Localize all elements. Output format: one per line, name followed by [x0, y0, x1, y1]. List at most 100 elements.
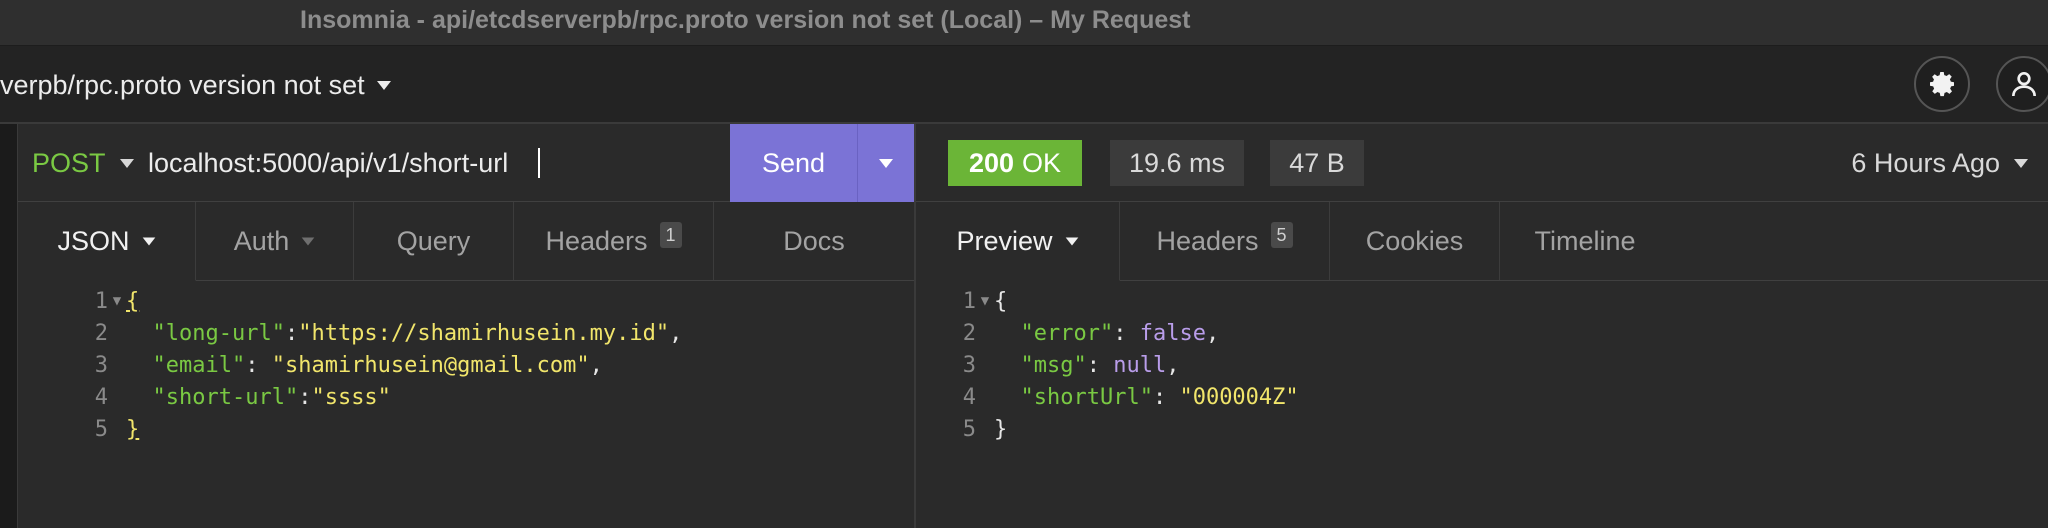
chevron-down-icon: [879, 158, 893, 168]
project-label: verpb/rpc.proto version not set: [0, 69, 365, 100]
json-value: "https://shamirhusein.my.id": [298, 320, 670, 346]
line-number: 3: [94, 352, 108, 378]
code-line: 5 }: [18, 413, 914, 445]
code-line: 5 }: [916, 413, 2048, 445]
json-value: "ssss": [311, 384, 391, 410]
response-time-badge: 19.6 ms: [1110, 140, 1244, 186]
request-body-editor[interactable]: 1 ▼ { 2 "long-url":"https://shamirhusein…: [18, 281, 914, 528]
sidebar-edge: [0, 124, 18, 528]
response-size-badge: 47 B: [1270, 140, 1364, 186]
response-body-viewer[interactable]: 1 ▼ { 2 "error": false, 3 "msg": null, 4…: [916, 281, 2048, 528]
headers-count-badge: 5: [1270, 222, 1293, 248]
chevron-down-icon: [119, 158, 134, 168]
line-number: 5: [962, 416, 976, 442]
method-label: POST: [32, 147, 106, 178]
tab-label: Docs: [783, 225, 845, 256]
tab-label: Query: [396, 225, 471, 256]
tab-auth[interactable]: Auth: [196, 202, 354, 280]
line-number: 1: [94, 288, 108, 314]
json-key: "shortUrl": [1020, 384, 1153, 410]
tab-timeline[interactable]: Timeline: [1500, 202, 1670, 280]
json-value: null: [1113, 352, 1167, 378]
send-button[interactable]: Send: [730, 148, 857, 179]
response-pane: 200 OK 19.6 ms 47 B 6 Hours Ago Preview …: [916, 124, 2048, 528]
code-text: {: [126, 288, 140, 314]
status-badge: 200 OK: [948, 140, 1082, 186]
json-tail: ,: [1166, 352, 1180, 378]
tab-json[interactable]: JSON: [18, 202, 196, 281]
response-status-bar: 200 OK 19.6 ms 47 B 6 Hours Ago: [916, 124, 2048, 202]
json-sep: :: [1086, 352, 1114, 378]
gear-icon: [1930, 72, 1955, 97]
chevron-down-icon: [376, 80, 391, 90]
code-line: 1 ▼ {: [916, 285, 2048, 317]
tab-query[interactable]: Query: [354, 202, 514, 280]
chevron-down-icon: [1065, 236, 1078, 246]
code-line: 3 "email": "shamirhusein@gmail.com",: [18, 349, 914, 381]
chevron-down-icon: [142, 236, 155, 246]
json-value: false: [1139, 320, 1206, 346]
tab-label: Timeline: [1534, 225, 1636, 256]
request-pane: POST Send JSON Auth Query Headers 1: [18, 124, 914, 528]
tab-label: JSON: [57, 225, 130, 256]
status-text: OK: [1022, 147, 1062, 178]
line-number: 4: [94, 384, 108, 410]
chevron-down-icon: [301, 236, 315, 246]
line-number: 1: [962, 288, 976, 314]
tab-label: Preview: [956, 225, 1053, 256]
tab-label: Headers: [545, 225, 648, 256]
line-number: 2: [962, 320, 976, 346]
tab-label: Auth: [233, 225, 290, 256]
code-line: 2 "error": false,: [916, 317, 2048, 349]
line-number: 5: [94, 416, 108, 442]
send-options-button[interactable]: [858, 158, 914, 168]
text-cursor: [538, 148, 540, 178]
fold-icon[interactable]: ▼: [976, 293, 994, 309]
history-dropdown[interactable]: 6 Hours Ago: [1851, 146, 2028, 180]
response-tabs: Preview Headers 5 Cookies Timeline: [916, 202, 2048, 281]
code-line: 3 "msg": null,: [916, 349, 2048, 381]
method-dropdown[interactable]: POST: [32, 146, 134, 180]
json-key: "short-url": [152, 384, 299, 410]
tab-docs[interactable]: Docs: [714, 202, 914, 280]
json-key: "long-url": [152, 320, 285, 346]
tab-label: Headers: [1156, 225, 1259, 256]
json-key: "error": [1020, 320, 1114, 346]
send-button-group: Send: [730, 124, 914, 202]
json-tail: ,: [589, 352, 603, 378]
line-number: 4: [962, 384, 976, 410]
window-titlebar: Insomnia - api/etcdserverpb/rpc.proto ve…: [0, 0, 2048, 46]
headers-count-badge: 1: [659, 222, 682, 248]
json-tail: ,: [669, 320, 683, 346]
fold-icon[interactable]: ▼: [108, 293, 126, 309]
code-line: 2 "long-url":"https://shamirhusein.my.id…: [18, 317, 914, 349]
json-value: "shamirhusein@gmail.com": [271, 352, 590, 378]
json-sep: :: [1152, 384, 1180, 410]
tab-cookies[interactable]: Cookies: [1330, 202, 1500, 280]
window-title: Insomnia - api/etcdserverpb/rpc.proto ve…: [300, 6, 1191, 34]
chevron-down-icon: [2014, 158, 2028, 168]
code-line: 1 ▼ {: [18, 285, 914, 317]
json-sep: :: [1113, 320, 1140, 346]
line-number: 3: [962, 352, 976, 378]
json-sep: :: [284, 320, 299, 346]
settings-button[interactable]: [1914, 56, 1970, 112]
json-sep: :: [245, 352, 272, 378]
top-bar: verpb/rpc.proto version not set: [0, 46, 2048, 124]
line-number: 2: [94, 320, 108, 346]
json-key: "msg": [1020, 352, 1087, 378]
tab-response-headers[interactable]: Headers 5: [1120, 202, 1330, 280]
tab-headers[interactable]: Headers 1: [514, 202, 714, 280]
url-input[interactable]: [148, 142, 738, 184]
status-code: 200: [968, 147, 1015, 178]
request-tabs: JSON Auth Query Headers 1 Docs: [18, 202, 914, 281]
json-key: "email": [152, 352, 246, 378]
code-text: }: [994, 416, 1008, 442]
time-ago-label: 6 Hours Ago: [1851, 147, 2000, 178]
json-sep: :: [298, 384, 312, 410]
account-button[interactable]: [1996, 56, 2048, 112]
project-dropdown[interactable]: verpb/rpc.proto version not set: [0, 66, 391, 104]
user-icon: [2012, 72, 2036, 97]
tab-preview[interactable]: Preview: [916, 202, 1120, 281]
code-text: {: [994, 288, 1008, 314]
